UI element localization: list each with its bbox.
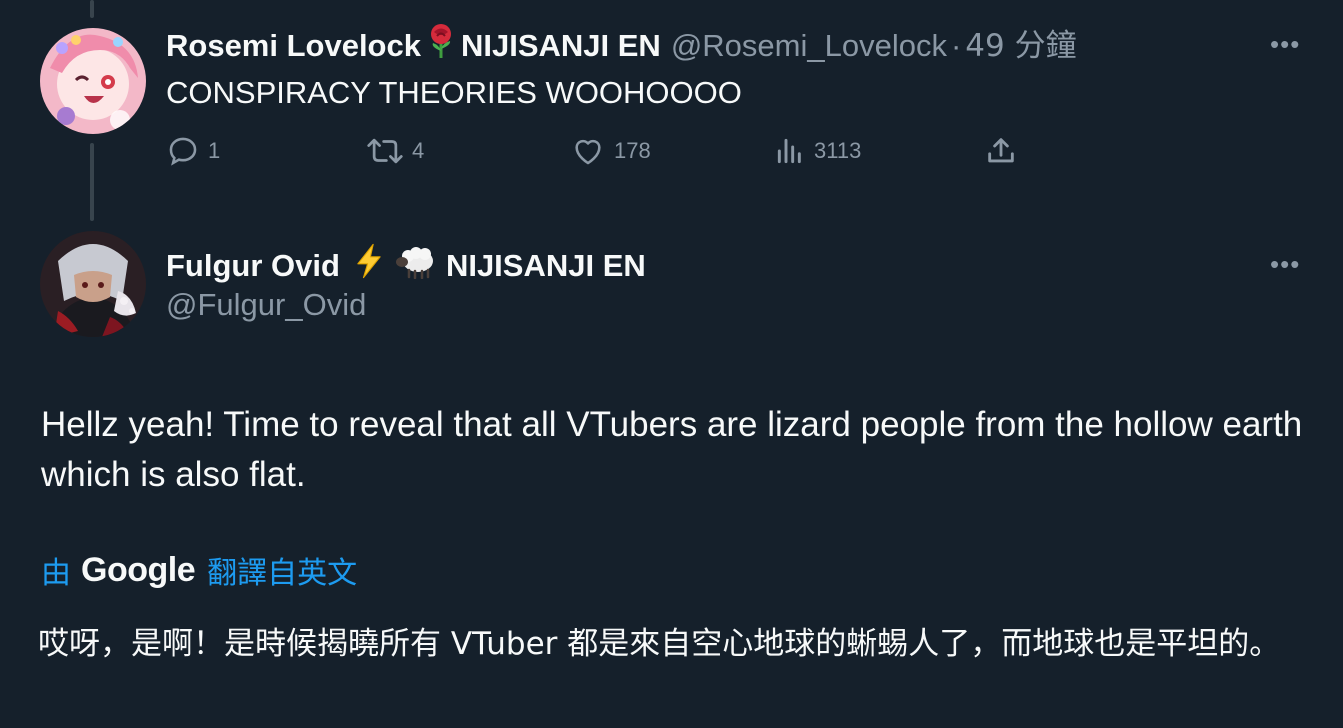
display-name[interactable]: Fulgur Ovid xyxy=(166,246,340,286)
retweet-count: 4 xyxy=(412,138,425,163)
google-logo: Google xyxy=(81,550,196,589)
translated-from-link[interactable]: 翻譯自英文 xyxy=(207,548,357,592)
like-count: 178 xyxy=(614,138,651,163)
heart-icon xyxy=(575,139,601,165)
more-options-icon[interactable]: ••• xyxy=(1270,251,1300,277)
thread-line-bottom xyxy=(90,143,94,221)
tweet-text: CONSPIRACY THEORIES WOOHOOOO xyxy=(166,75,742,110)
timestamp[interactable]: 49 分鐘 xyxy=(965,26,1076,66)
like-button[interactable]: 178 xyxy=(570,134,651,168)
affiliation[interactable]: NIJISANJI EN xyxy=(446,246,646,286)
retweet-icon xyxy=(367,138,403,164)
views-button[interactable]: 3113 xyxy=(774,134,861,168)
display-name[interactable]: Rosemi Lovelock xyxy=(166,26,421,66)
translation-attribution: 由 Google 翻譯自英文 xyxy=(41,548,357,592)
handle-row: @Fulgur_Ovid xyxy=(166,285,366,325)
separator-dot: · xyxy=(950,28,962,63)
tweet-actions: 1 4 178 3113 xyxy=(166,134,1036,172)
avatar-rosemi[interactable] xyxy=(40,28,146,134)
thread-line-top xyxy=(90,0,94,18)
view-count: 3113 xyxy=(814,138,862,163)
avatar-fulgur[interactable] xyxy=(40,231,146,337)
analytics-icon xyxy=(777,138,801,164)
translated-text: 哎呀，是啊！是時候揭曉所有 VTuber 都是來自空心地球的蜥蜴人了，而地球也是… xyxy=(38,626,1281,662)
affiliation[interactable]: NIJISANJI EN xyxy=(461,26,661,66)
reply-button[interactable]: 1 xyxy=(166,134,220,168)
handle[interactable]: @Fulgur_Ovid xyxy=(166,285,366,325)
handle[interactable]: @Rosemi_Lovelock xyxy=(671,26,947,66)
share-icon xyxy=(988,138,1014,163)
translated-by-label: 由 xyxy=(41,556,71,591)
tweet-text: Hellz yeah! Time to reveal that all VTub… xyxy=(41,405,1303,494)
more-options-icon[interactable]: ••• xyxy=(1270,31,1300,57)
retweet-button[interactable]: 4 xyxy=(366,134,424,168)
high-voltage-icon xyxy=(352,243,386,289)
tweet-thread: Rosemi Lovelock NIJISANJI EN @Rosemi_Lov… xyxy=(0,0,1343,728)
tweet-header-rosemi: Rosemi Lovelock NIJISANJI EN @Rosemi_Lov… xyxy=(166,23,1077,69)
share-button[interactable] xyxy=(984,134,1026,168)
tweet-header-fulgur: Fulgur Ovid NIJISANJI EN xyxy=(166,243,646,289)
reply-count: 1 xyxy=(208,138,221,163)
reply-icon xyxy=(169,137,197,166)
rose-icon xyxy=(425,23,457,69)
sheep-icon xyxy=(394,243,438,289)
